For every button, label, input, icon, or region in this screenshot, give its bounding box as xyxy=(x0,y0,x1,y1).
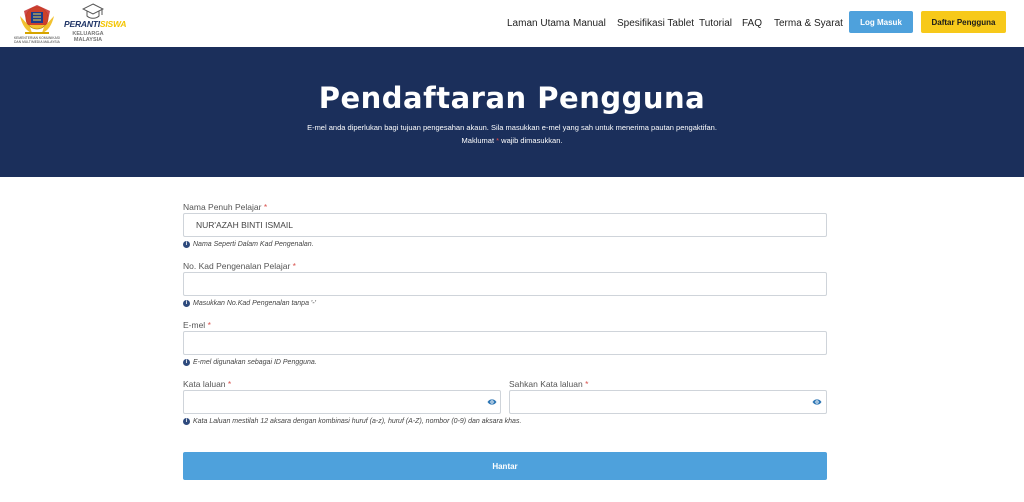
info-icon: i xyxy=(183,300,190,307)
required-note-before: Maklumat xyxy=(461,136,495,145)
eye-icon[interactable] xyxy=(812,398,822,406)
ic-number-input[interactable] xyxy=(183,272,827,296)
nav-spesifikasi-tablet[interactable]: Spesifikasi Tablet xyxy=(617,18,694,29)
full-name-hint: i Nama Seperti Dalam Kad Pengenalan. xyxy=(183,241,314,248)
password-hint-text: Kata Laluan mestilah 12 aksara dengan ko… xyxy=(193,418,522,425)
nav-laman-utama[interactable]: Laman Utama xyxy=(507,18,570,29)
full-name-hint-text: Nama Seperti Dalam Kad Pengenalan. xyxy=(193,241,314,248)
confirm-password-label: Sahkan Kata laluan * xyxy=(509,379,588,389)
register-button[interactable]: Daftar Pengguna xyxy=(921,11,1006,33)
required-note-after: wajib dimasukkan. xyxy=(501,136,563,145)
email-label: E-mel * xyxy=(183,320,211,330)
brand-subtitle: KELUARGA MALAYSIA xyxy=(72,31,104,43)
ic-number-label: No. Kad Pengenalan Pelajar * xyxy=(183,261,296,271)
ic-number-hint-text: Masukkan No.Kad Pengenalan tanpa '-' xyxy=(193,300,316,307)
confirm-password-label-text: Sahkan Kata laluan xyxy=(509,379,583,389)
info-icon: i xyxy=(183,418,190,425)
nav-tutorial[interactable]: Tutorial xyxy=(699,18,732,29)
full-name-label: Nama Penuh Pelajar * xyxy=(183,202,267,212)
email-hint: i E-mel digunakan sebagai ID Pengguna. xyxy=(183,359,317,366)
info-icon: i xyxy=(183,241,190,248)
password-label: Kata laluan * xyxy=(183,379,231,389)
eye-icon[interactable] xyxy=(487,398,497,406)
login-button[interactable]: Log Masuk xyxy=(849,11,913,33)
required-star: * xyxy=(496,136,500,145)
required-mark: * xyxy=(292,261,296,271)
email-hint-text: E-mel digunakan sebagai ID Pengguna. xyxy=(193,359,317,366)
ic-number-label-text: No. Kad Pengenalan Pelajar xyxy=(183,261,291,271)
page-title: Pendaftaran Pengguna xyxy=(318,81,706,115)
site-header: KEMENTERIAN KOMUNIKASI DAN MULTIMEDIA MA… xyxy=(0,0,1024,47)
required-note: Maklumat * wajib dimasukkan. xyxy=(0,136,1024,145)
required-mark: * xyxy=(585,379,589,389)
full-name-label-text: Nama Penuh Pelajar xyxy=(183,202,262,212)
required-mark: * xyxy=(207,320,211,330)
required-mark: * xyxy=(227,379,232,389)
confirm-password-input[interactable] xyxy=(509,390,827,414)
hero-description: E-mel anda diperlukan bagi tujuan penges… xyxy=(307,123,717,132)
hero-banner: Pendaftaran Pengguna E-mel anda diperluk… xyxy=(0,47,1024,177)
nav-faq[interactable]: FAQ xyxy=(742,18,762,29)
email-label-text: E-mel xyxy=(183,320,206,330)
required-mark: * xyxy=(263,202,268,212)
password-hint: i Kata Laluan mestilah 12 aksara dengan … xyxy=(183,418,521,425)
ic-number-hint: i Masukkan No.Kad Pengenalan tanpa '-' xyxy=(183,300,316,307)
submit-button[interactable]: Hantar xyxy=(183,452,827,480)
email-input[interactable] xyxy=(183,331,827,355)
full-name-input[interactable] xyxy=(183,213,827,237)
brand-logo-text[interactable]: PERANTISISWA xyxy=(64,19,127,29)
nav-terma-syarat[interactable]: Terma & Syarat xyxy=(774,18,843,29)
info-icon: i xyxy=(183,359,190,366)
nav-manual[interactable]: Manual xyxy=(573,18,606,29)
brand-name-part1: PERANTI xyxy=(64,19,100,29)
password-label-text: Kata laluan xyxy=(183,379,226,389)
government-logo-caption: KEMENTERIAN KOMUNIKASI DAN MULTIMEDIA MA… xyxy=(13,36,61,44)
brand-name-part2: SISWA xyxy=(99,19,127,29)
password-input[interactable] xyxy=(183,390,501,414)
